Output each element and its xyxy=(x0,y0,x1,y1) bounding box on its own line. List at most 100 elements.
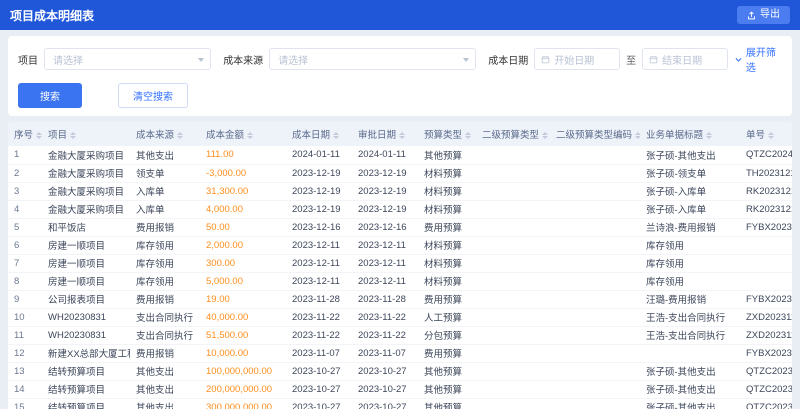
expand-filters-link[interactable]: 展开筛选 xyxy=(734,44,780,74)
sort-icon[interactable] xyxy=(70,131,77,139)
column-header-budget-type[interactable]: 预算类型 xyxy=(418,122,476,146)
sort-icon[interactable] xyxy=(706,131,713,139)
export-button[interactable]: 导出 xyxy=(737,6,790,24)
column-header-doc-title[interactable]: 业务单据标题 xyxy=(640,122,740,146)
table-row[interactable]: 4 金融大厦采购项目 入库单 4,000.00 2023-12-19 2023-12-19… xyxy=(8,200,792,219)
column-header-approve-date[interactable]: 审批日期 xyxy=(352,122,418,146)
cell-budget-type: 费用预算 xyxy=(418,290,476,309)
table-row[interactable]: 1 金融大厦采购项目 其他支出 111.00 2024-01-11 2024-01-11 其… xyxy=(8,146,792,165)
table-row[interactable]: 12新建XX总部大厦工程二期费用报销10,000.002023-11-07202… xyxy=(8,344,792,363)
column-header-sub-budget-type[interactable]: 二级预算类型 xyxy=(476,122,550,146)
search-button[interactable]: 搜索 xyxy=(18,83,82,108)
column-header-label: 序号 xyxy=(14,130,34,141)
table-row[interactable]: 15 结转预算项目 其他支出 300,000,000.00 2023-10-27 2023… xyxy=(8,398,792,409)
cell-sub-budget-type xyxy=(476,290,550,309)
table-row[interactable]: 11 WH20230831 支出合同执行 51,500.00 2023-11-22 202… xyxy=(8,326,792,345)
date-range-to-label: 至 xyxy=(626,55,637,67)
source-select[interactable]: 请选择 xyxy=(269,48,477,70)
column-header-label: 二级预算类型 xyxy=(482,130,540,141)
sort-icon[interactable] xyxy=(542,131,549,139)
cell-cost-date: 2024-01-11 xyxy=(286,146,352,165)
table-row[interactable]: 13 结转预算项目 其他支出 100,000,000.00 2023-10-27 2023… xyxy=(8,362,792,381)
cell-doc-title: 张子硕-入库单 xyxy=(640,200,740,219)
cell-doc-no: QTZC20240111001 xyxy=(740,146,792,165)
cell-amount: 200,000,000.00 xyxy=(200,380,286,399)
clear-search-button[interactable]: 清空搜索 xyxy=(118,83,188,108)
cell-sub-budget-code xyxy=(550,344,640,363)
cell-doc-no: FYBX20231107001 xyxy=(740,344,792,363)
cell-project: WH20230831 xyxy=(42,308,130,327)
sort-icon[interactable] xyxy=(768,131,775,139)
table-row[interactable]: 8 房建一顺项目 库存领用 5,000.00 2023-12-11 2023-12-11 材… xyxy=(8,272,792,291)
sort-icon[interactable] xyxy=(177,131,184,139)
table-row[interactable]: 3 金融大厦采购项目 入库单 31,300.00 2023-12-19 2023-12-1… xyxy=(8,182,792,201)
cell-index: 6 xyxy=(8,236,42,255)
cell-approve-date: 2023-12-16 xyxy=(352,218,418,237)
chevron-down-icon xyxy=(463,58,470,62)
cell-project: 房建一顺项目 xyxy=(42,236,130,255)
cell-doc-title: 张子硕-其他支出 xyxy=(640,398,740,409)
column-header-source[interactable]: 成本来源 xyxy=(130,122,200,146)
cell-project: 房建一顺项目 xyxy=(42,254,130,273)
cell-approve-date: 2023-10-27 xyxy=(352,398,418,409)
column-header-label: 成本金额 xyxy=(206,130,245,141)
table-row[interactable]: 7 房建一顺项目 库存领用 300.00 2023-12-11 2023-12-11 材料预… xyxy=(8,254,792,273)
column-header-project[interactable]: 项目 xyxy=(42,122,130,146)
cell-sub-budget-code xyxy=(550,164,640,183)
cell-budget-type: 费用预算 xyxy=(418,218,476,237)
sort-icon[interactable] xyxy=(247,131,254,139)
sort-icon[interactable] xyxy=(36,131,42,139)
column-header-sub-budget-code[interactable]: 二级预算类型编码 xyxy=(550,122,640,146)
cell-index: 5 xyxy=(8,218,42,237)
cell-budget-type: 其他预算 xyxy=(418,146,476,165)
cell-doc-title: 张子硕-入库单 xyxy=(640,182,740,201)
table-row[interactable]: 10 WH20230831 支出合同执行 40,000.00 2023-11-22 202… xyxy=(8,308,792,327)
cell-cost-date: 2023-10-27 xyxy=(286,380,352,399)
cell-project: 新建XX总部大厦工程二期 xyxy=(42,344,130,363)
cell-index: 8 xyxy=(8,272,42,291)
cell-index: 10 xyxy=(8,308,42,327)
sort-icon[interactable] xyxy=(465,131,472,139)
cell-doc-no xyxy=(740,272,792,291)
cell-index: 7 xyxy=(8,254,42,273)
cell-budget-type: 费用预算 xyxy=(418,344,476,363)
sort-icon[interactable] xyxy=(333,131,340,139)
column-header-amount[interactable]: 成本金额 xyxy=(200,122,286,146)
cell-source: 库存领用 xyxy=(130,236,200,255)
table-row[interactable]: 14 结转预算项目 其他支出 200,000,000.00 2023-10-27 2023… xyxy=(8,380,792,399)
cell-cost-date: 2023-11-22 xyxy=(286,308,352,327)
table-row[interactable]: 5 和平饭店 费用报销 50.00 2023-12-16 2023-12-16 费用预算 兰诗… xyxy=(8,218,792,237)
cell-doc-title: 张子硕-其他支出 xyxy=(640,146,740,165)
cell-approve-date: 2023-12-11 xyxy=(352,236,418,255)
cell-index: 12 xyxy=(8,344,42,363)
column-header-cost-date[interactable]: 成本日期 xyxy=(286,122,352,146)
cell-project: 结转预算项目 xyxy=(42,380,130,399)
sort-icon[interactable] xyxy=(635,131,640,139)
cell-sub-budget-code xyxy=(550,236,640,255)
start-date-input[interactable]: 开始日期 xyxy=(534,48,621,70)
cell-sub-budget-code xyxy=(550,272,640,291)
column-header-index[interactable]: 序号 xyxy=(8,122,42,146)
table-row[interactable]: 2 金融大厦采购项目 领支单 -3,000.00 2023-12-19 2023-12-1… xyxy=(8,164,792,183)
cell-amount: 100,000,000.00 xyxy=(200,362,286,381)
calendar-icon xyxy=(541,55,550,64)
column-header-doc-no[interactable]: 单号 xyxy=(740,122,792,146)
cell-budget-type: 其他预算 xyxy=(418,362,476,381)
cell-cost-date: 2023-11-07 xyxy=(286,344,352,363)
cell-approve-date: 2023-12-11 xyxy=(352,254,418,273)
table-row[interactable]: 6 房建一顺项目 库存领用 2,000.00 2023-12-11 2023-12-11 材… xyxy=(8,236,792,255)
table-row[interactable]: 9 公司报表项目 费用报销 19.00 2023-11-28 2023-11-28 费用预算… xyxy=(8,290,792,309)
cell-cost-date: 2023-12-19 xyxy=(286,182,352,201)
cell-cost-date: 2023-12-19 xyxy=(286,164,352,183)
cell-source: 入库单 xyxy=(130,200,200,219)
cost-detail-table-card: 序号 项目 成本来源 成本金额 成本日期 审批日期 预算类型 二级预算类型 二级预算类型编码 业务… xyxy=(8,122,792,409)
project-select[interactable]: 请选择 xyxy=(44,48,212,70)
cell-sub-budget-code xyxy=(550,200,640,219)
end-date-input[interactable]: 结束日期 xyxy=(642,48,728,70)
cell-budget-type: 材料预算 xyxy=(418,236,476,255)
start-date-placeholder: 开始日期 xyxy=(554,55,595,67)
cell-index: 11 xyxy=(8,326,42,345)
cell-budget-type: 材料预算 xyxy=(418,272,476,291)
sort-icon[interactable] xyxy=(399,131,406,139)
cell-doc-no: QTZC20231027002 xyxy=(740,362,792,381)
